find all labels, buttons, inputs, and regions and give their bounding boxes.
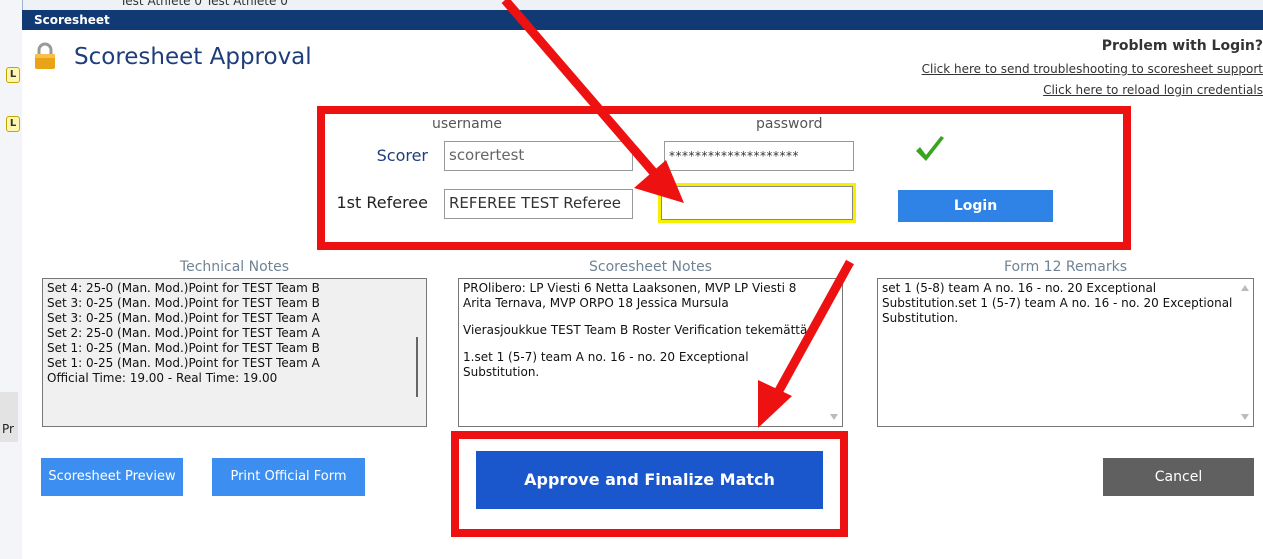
login-problem-heading: Problem with Login? xyxy=(1101,38,1263,54)
background-badge: L xyxy=(6,116,20,132)
form12-remarks-scrollbar[interactable] xyxy=(1237,279,1253,426)
technical-note-line: Set 4: 25-0 (Man. Mod.)Point for TEST Te… xyxy=(47,281,320,295)
approve-finalize-button[interactable]: Approve and Finalize Match xyxy=(476,451,823,509)
form12-remarks-text: set 1 (5-8) team A no. 16 - no. 20 Excep… xyxy=(882,281,1233,325)
support-link[interactable]: Click here to send troubleshooting to sc… xyxy=(922,62,1263,76)
form12-remarks-title: Form 12 Remarks xyxy=(1003,259,1128,275)
background-left-text: Pr xyxy=(2,422,14,436)
login-button[interactable]: Login xyxy=(898,190,1053,222)
technical-note-line: Set 1: 0-25 (Man. Mod.)Point for TEST Te… xyxy=(47,356,320,370)
referee-username-field[interactable]: REFEREE TEST Referee xyxy=(444,189,633,219)
background-window-strip: Test Athlete 0 Test Athlete 0 xyxy=(0,0,1263,10)
technical-notes-title: Technical Notes xyxy=(179,259,290,275)
cancel-button[interactable]: Cancel xyxy=(1103,458,1254,496)
page-title: Scoresheet Approval xyxy=(74,44,312,70)
technical-notes-scrollbar[interactable] xyxy=(410,279,426,426)
scorer-label: Scorer xyxy=(376,146,428,165)
username-column-label: username xyxy=(432,116,502,132)
referee-label: 1st Referee xyxy=(336,193,428,212)
lock-icon xyxy=(35,42,55,69)
scoresheet-notes-scrollbar[interactable] xyxy=(826,279,842,426)
scoresheet-notes-title: Scoresheet Notes xyxy=(589,259,712,275)
technical-note-line: Set 2: 25-0 (Man. Mod.)Point for TEST Te… xyxy=(47,326,320,340)
check-icon xyxy=(916,136,944,161)
technical-note-line: Official Time: 19.00 - Real Time: 19.00 xyxy=(47,371,278,385)
scoresheet-note: Vierasjoukkue TEST Team B Roster Verific… xyxy=(463,323,812,337)
background-partial-text: Test Athlete 0 Test Athlete 0 xyxy=(120,0,288,8)
reload-credentials-link[interactable]: Click here to reload login credentials xyxy=(1043,83,1263,97)
referee-password-field[interactable] xyxy=(658,183,856,223)
scoresheet-note: 1.set 1 (5-7) team A no. 16 - no. 20 Exc… xyxy=(463,350,749,379)
print-official-form-button[interactable]: Print Official Form xyxy=(212,458,365,496)
technical-note-line: Set 3: 0-25 (Man. Mod.)Point for TEST Te… xyxy=(47,296,320,310)
scoresheet-note: PROlibero: LP Viesti 6 Netta Laaksonen, … xyxy=(463,281,797,310)
password-column-label: password xyxy=(756,116,823,132)
background-left-panel: L L Pr xyxy=(0,0,23,559)
scoresheet-notes-box[interactable]: PROlibero: LP Viesti 6 Netta Laaksonen, … xyxy=(458,278,843,427)
scorer-password-field[interactable]: ******************** xyxy=(664,141,854,171)
scoresheet-preview-button[interactable]: Scoresheet Preview xyxy=(41,458,183,496)
technical-note-line: Set 1: 0-25 (Man. Mod.)Point for TEST Te… xyxy=(47,341,320,355)
background-badge: L xyxy=(6,67,20,83)
technical-notes-box[interactable]: Set 4: 25-0 (Man. Mod.)Point for TEST Te… xyxy=(42,278,427,427)
scoresheet-dialog: Scoresheet Approval Problem with Login? … xyxy=(22,30,1263,559)
form12-remarks-box[interactable]: set 1 (5-8) team A no. 16 - no. 20 Excep… xyxy=(877,278,1254,427)
technical-note-line: Set 3: 0-25 (Man. Mod.)Point for TEST Te… xyxy=(47,311,320,325)
window-titlebar[interactable]: Scoresheet xyxy=(22,10,1263,30)
scorer-username-field[interactable]: scorertest xyxy=(444,141,633,171)
